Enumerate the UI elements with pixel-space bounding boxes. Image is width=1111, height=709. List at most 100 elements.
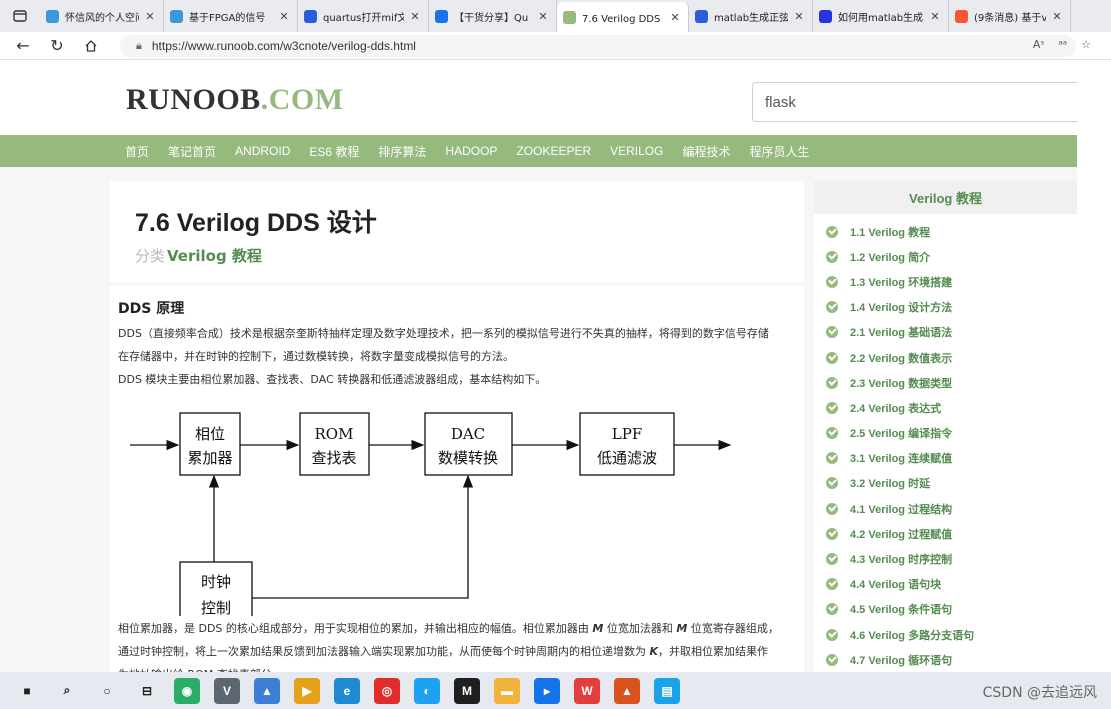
block-label: 时钟 xyxy=(201,573,231,591)
browser-tab[interactable]: 如何用matlab生成 ✕ xyxy=(813,0,949,32)
tab-actions-icon xyxy=(13,10,27,22)
close-tab-icon[interactable]: ✕ xyxy=(668,11,682,24)
check-circle-icon xyxy=(826,326,838,339)
close-tab-icon[interactable]: ✕ xyxy=(143,10,157,23)
section-heading: DDS 原理 xyxy=(118,301,185,317)
sidebar-item[interactable]: 1.1 Verilog 教程 xyxy=(814,219,1077,244)
nav-link[interactable]: HADOOP xyxy=(445,144,497,158)
sidebar-list: 1.1 Verilog 教程 1.2 Verilog 简介 1.3 Verilog … xyxy=(814,214,1077,672)
close-tab-icon[interactable]: ✕ xyxy=(1050,10,1064,23)
clock-control-block: 时钟 控制 xyxy=(179,561,253,616)
sidebar-item-label: 4.3 Verilog 时序控制 xyxy=(850,554,953,567)
sidebar-item[interactable]: 2.5 Verilog 编译指令 xyxy=(814,421,1077,446)
task-view-icon[interactable]: ○ xyxy=(94,678,120,704)
wps-icon[interactable]: W xyxy=(574,677,600,704)
browser-tab[interactable]: (9条消息) 基于ver ✕ xyxy=(949,0,1071,32)
block-label: LPF xyxy=(612,425,642,443)
sidebar-item[interactable]: 1.4 Verilog 设计方法 xyxy=(814,295,1077,320)
file-explorer-icon[interactable]: ▬ xyxy=(494,677,520,704)
matlab-icon[interactable]: ▲ xyxy=(614,677,640,704)
sidebar-item[interactable]: 3.2 Verilog 时延 xyxy=(814,471,1077,496)
logo-main-text: RUNOOB xyxy=(126,83,261,116)
tab-actions-button[interactable] xyxy=(0,0,40,32)
start-icon[interactable]: ■ xyxy=(14,678,40,704)
paragraph-line: 通过时钟控制，将上一次累加结果反馈到加法器输入端实现累加功能，从而使每个时钟周期… xyxy=(118,645,769,658)
browser-tab-strip: 怀信风的个人空间 ✕ 基于FPGA的信号 ✕ quartus打开mif文 ✕ 【干货分享】Q… xyxy=(0,0,1111,32)
close-tab-icon[interactable]: ✕ xyxy=(536,10,550,23)
category-link[interactable]: Verilog 教程 xyxy=(167,247,262,265)
sidebar-item[interactable]: 3.1 Verilog 连续赋值 xyxy=(814,446,1077,471)
close-tab-icon[interactable]: ✕ xyxy=(277,10,291,23)
nav-link[interactable]: VERILOG xyxy=(610,144,663,158)
edge-icon[interactable]: e xyxy=(334,677,360,704)
url-field[interactable]: 🔒︎ https://www.runoob.com/w3cnote/verilo… xyxy=(120,35,1076,57)
browser-tab[interactable]: 基于FPGA的信号 ✕ xyxy=(164,0,298,32)
runoob-icon xyxy=(563,10,576,24)
close-tab-icon[interactable]: ✕ xyxy=(792,10,806,23)
web-page: RUNOOB.COM 首页 笔记首页 ANDROID ES6 教程 排序算法 HADOOP… xyxy=(0,61,1111,672)
nav-link[interactable]: 排序算法 xyxy=(378,143,426,160)
paragraph-line: DDS 模块主要由相位累加器、查找表、DAC 转换器和低通滤波器组成，基本结构如… xyxy=(118,373,547,386)
sidebar-item-label: 2.3 Verilog 数据类型 xyxy=(850,377,953,390)
browser-tab[interactable]: quartus打开mif文 ✕ xyxy=(298,0,429,32)
site-search-input[interactable] xyxy=(752,82,1077,122)
browser-tab[interactable]: 7.6 Verilog DDS 设 ✕ xyxy=(557,2,689,32)
matlab-m-icon[interactable]: M xyxy=(454,677,480,704)
check-circle-icon xyxy=(826,502,838,515)
sidebar-item[interactable]: 4.3 Verilog 时序控制 xyxy=(814,546,1077,571)
nav-link[interactable]: 首页 xyxy=(125,143,149,160)
read-aloud-icon[interactable]: Aˢ xyxy=(1033,38,1045,51)
sidebar-item[interactable]: 4.1 Verilog 过程结构 xyxy=(814,496,1077,521)
sidebar-item[interactable]: 1.3 Verilog 环境搭建 xyxy=(814,269,1077,294)
search-icon xyxy=(695,9,708,23)
check-circle-icon xyxy=(826,401,838,414)
tab-title: 7.6 Verilog DDS 设 xyxy=(582,13,664,25)
media-player-icon[interactable]: ▶ xyxy=(294,677,320,704)
browser-tab[interactable]: matlab生成正弦 ✕ xyxy=(689,0,813,32)
csdn-icon xyxy=(955,9,968,23)
widgets-icon[interactable]: ⊟ xyxy=(134,678,160,704)
close-tab-icon[interactable]: ✕ xyxy=(408,10,422,23)
vmware-icon[interactable]: V xyxy=(214,677,240,704)
sidebar-title: Verilog 教程 xyxy=(814,181,1077,214)
sidebar-item[interactable]: 4.6 Verilog 多路分支语句 xyxy=(814,622,1077,647)
windows-taskbar: ■ ⌕ ○ ⊟ ◉ V ▲ ▶ e ◎ ◐ M ▬ ▸ W ▲ ▤ xyxy=(0,672,1111,709)
sidebar-item[interactable]: 2.4 Verilog 表达式 xyxy=(814,395,1077,420)
sidebar-item-label: 2.2 Verilog 数值表示 xyxy=(850,352,953,365)
pycharm-icon[interactable]: ▲ xyxy=(254,677,280,704)
browser-tab[interactable]: 怀信风的个人空间 ✕ xyxy=(40,0,164,32)
sidebar-item[interactable]: 4.2 Verilog 过程赋值 xyxy=(814,521,1077,546)
nav-link[interactable]: 笔记首页 xyxy=(168,143,216,160)
sidebar-item[interactable]: 2.3 Verilog 数据类型 xyxy=(814,370,1077,395)
search-icon[interactable]: ⌕ xyxy=(54,678,80,704)
paragraph-line: 相位累加器，是 DDS 的核心组成部分，用于实现相位的累加，并输出相应的幅值。相… xyxy=(118,622,779,635)
netease-music-icon[interactable]: ◎ xyxy=(374,677,400,704)
runoob-logo[interactable]: RUNOOB.COM xyxy=(126,83,344,117)
home-button[interactable] xyxy=(74,32,108,60)
wechat-icon[interactable]: ◉ xyxy=(174,677,200,704)
tab-title: (9条消息) 基于ver xyxy=(974,12,1046,24)
browser-tab[interactable]: 【干货分享】Qu ✕ xyxy=(429,0,557,32)
sidebar-item[interactable]: 2.1 Verilog 基础语法 xyxy=(814,320,1077,345)
close-tab-icon[interactable]: ✕ xyxy=(928,10,942,23)
translate-icon[interactable]: ᵃᵃ xyxy=(1059,38,1068,51)
sidebar-item[interactable]: 1.2 Verilog 简介 xyxy=(814,244,1077,269)
nav-link[interactable]: ANDROID xyxy=(235,144,290,158)
check-circle-icon xyxy=(826,301,838,314)
favorite-star-icon[interactable]: ☆ xyxy=(1081,38,1091,51)
sidebar-item[interactable]: 4.7 Verilog 循环语句 xyxy=(814,647,1077,672)
sidebar-item[interactable]: 4.5 Verilog 条件语句 xyxy=(814,597,1077,622)
nav-link[interactable]: ES6 教程 xyxy=(309,143,359,160)
back-button[interactable]: ← xyxy=(6,32,40,60)
nav-link[interactable]: ZOOKEEPER xyxy=(516,144,591,158)
sidebar-item-label: 4.5 Verilog 条件语句 xyxy=(850,604,953,617)
tencent-meeting-icon[interactable]: ▸ xyxy=(534,677,560,704)
sidebar-item[interactable]: 2.2 Verilog 数值表示 xyxy=(814,345,1077,370)
qq-icon[interactable]: ◐ xyxy=(414,677,440,704)
sidebar-item[interactable]: 4.4 Verilog 语句块 xyxy=(814,572,1077,597)
nav-link[interactable]: 程序员人生 xyxy=(750,143,810,160)
calendar-icon[interactable]: ▤ xyxy=(654,677,680,704)
refresh-button[interactable]: ↻ xyxy=(40,32,74,60)
nav-link[interactable]: 编程技术 xyxy=(682,143,730,160)
lpf-block: LPF 低通滤波 xyxy=(579,412,675,476)
